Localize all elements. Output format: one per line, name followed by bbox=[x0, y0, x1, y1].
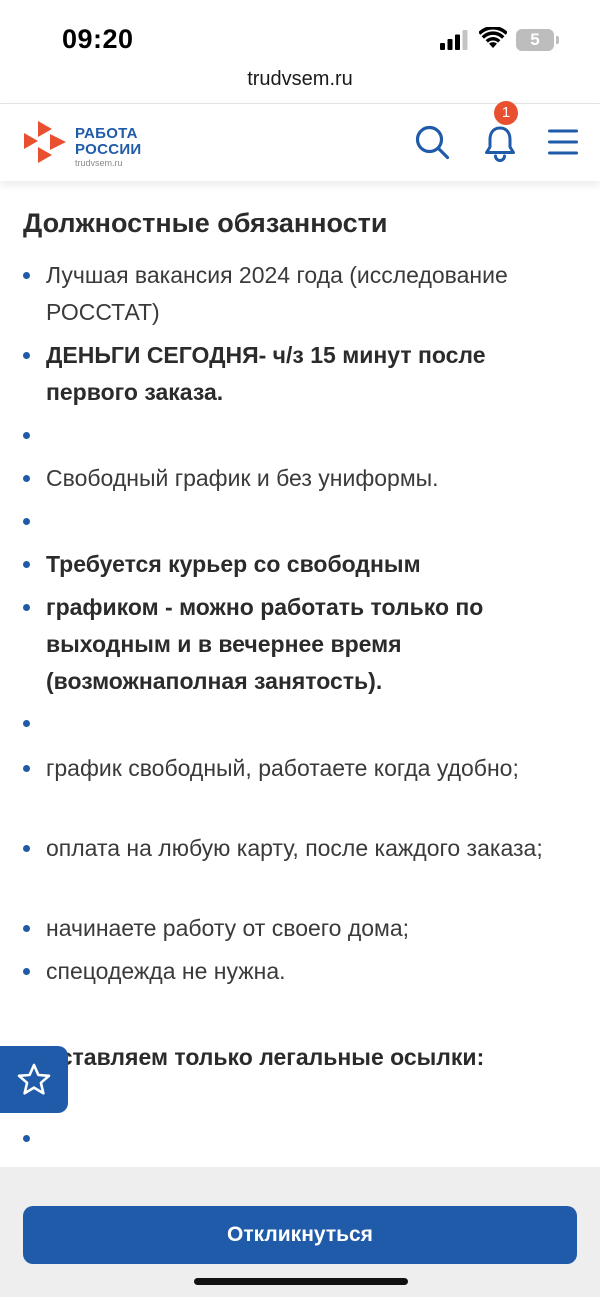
favorite-button[interactable] bbox=[0, 1046, 68, 1113]
hamburger-menu-icon[interactable] bbox=[548, 128, 578, 156]
logo-line-2: РОССИИ bbox=[75, 141, 142, 158]
status-time: 09:20 bbox=[62, 24, 134, 54]
address-bar[interactable]: trudvsem.ru bbox=[0, 68, 600, 100]
logo-text: РАБОТА РОССИИ trudvsem.ru bbox=[75, 126, 142, 169]
logo-mark-icon bbox=[24, 121, 66, 163]
star-outline-icon bbox=[17, 1063, 51, 1095]
list-item: начинаете работу от своего дома; bbox=[23, 910, 576, 947]
list-item: Требуется курьер со свободным bbox=[23, 546, 576, 583]
home-indicator bbox=[194, 1278, 408, 1285]
list-item: ДЕНЬГИ СЕГОДНЯ- ч/з 15 минут после перво… bbox=[23, 337, 576, 411]
battery-indicator: 5 bbox=[516, 29, 554, 51]
logo-domain: trudvsem.ru bbox=[75, 158, 123, 168]
list-item: оставляем только легальные осылки: bbox=[23, 1039, 576, 1076]
search-icon[interactable] bbox=[414, 124, 450, 160]
bell-icon[interactable] bbox=[482, 124, 518, 162]
battery-level: 5 bbox=[530, 30, 540, 49]
screen: 09:20 5 trudvsem.ru РАБОТА РОССИИ trudvs… bbox=[0, 0, 600, 1297]
list-item: графиком - можно работать только по выхо… bbox=[23, 589, 576, 700]
battery-cap bbox=[556, 36, 559, 44]
bottom-action-bar: Откликнуться bbox=[0, 1167, 600, 1297]
wifi-icon bbox=[479, 27, 507, 48]
list-item: Свободный график и без униформы. bbox=[23, 460, 576, 497]
list-item: спецодежда не нужна. bbox=[23, 953, 576, 990]
cellular-signal-icon bbox=[440, 30, 468, 50]
status-bar: 09:20 5 bbox=[0, 0, 600, 70]
list-item: график свободный, работаете когда удобно… bbox=[23, 750, 576, 787]
logo-line-1: РАБОТА bbox=[75, 125, 138, 142]
rabota-rossii-logo[interactable]: РАБОТА РОССИИ trudvsem.ru bbox=[22, 117, 162, 169]
notification-badge: 1 bbox=[494, 101, 518, 125]
list-item: оплата на любую карту, после каждого зак… bbox=[23, 830, 576, 867]
apply-button[interactable]: Откликнуться bbox=[23, 1206, 577, 1264]
list-item: Лучшая вакансия 2024 года (исследование … bbox=[23, 257, 576, 331]
section-title: Должностные обязанности bbox=[23, 208, 388, 238]
